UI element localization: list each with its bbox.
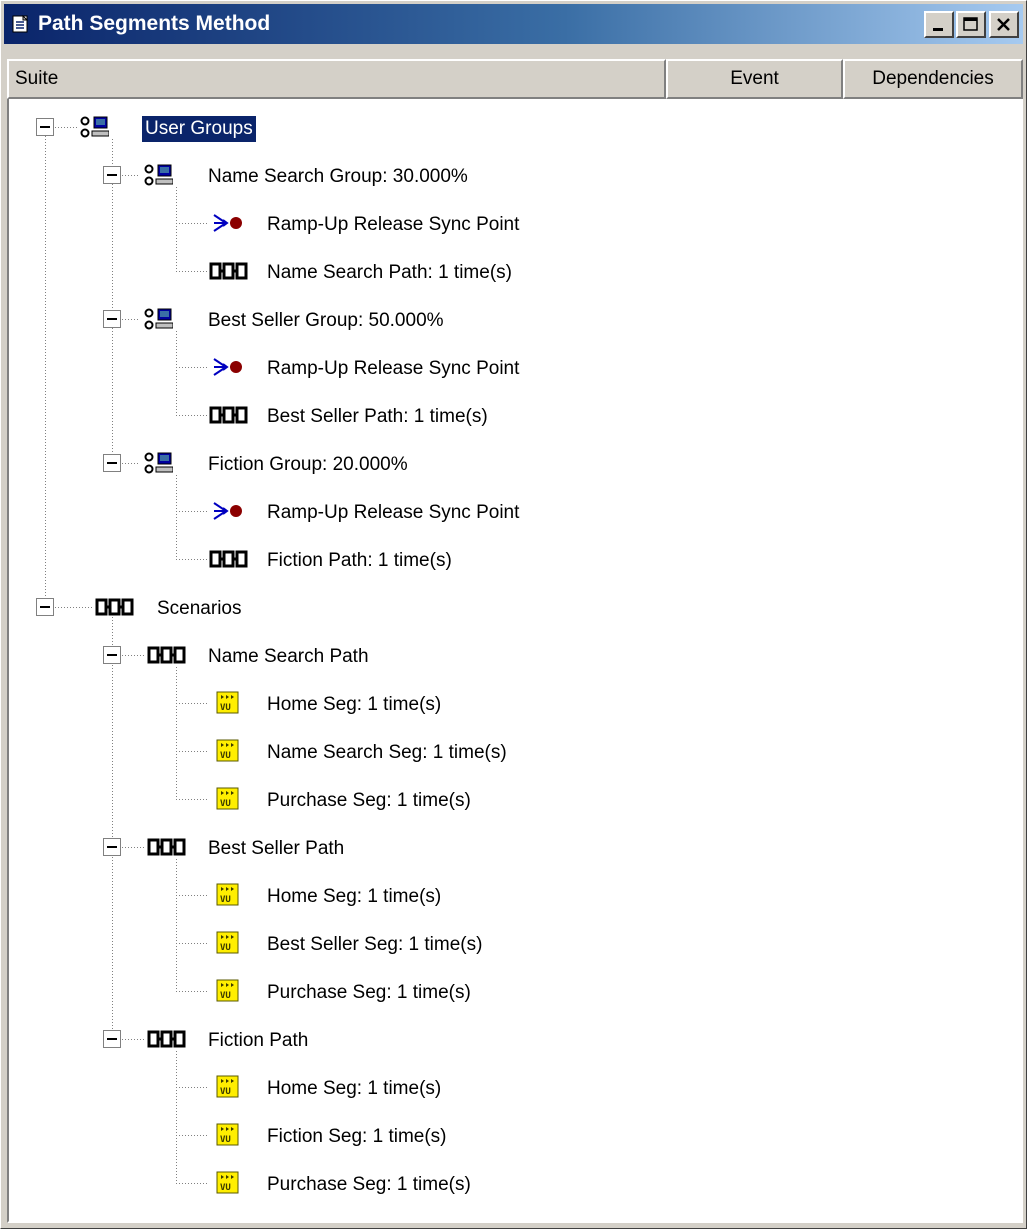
path-reference-label[interactable]: Name Search Path: 1 time(s): [264, 260, 515, 286]
maximize-button[interactable]: [956, 11, 986, 38]
scenarios-collapse-toggle[interactable]: [36, 598, 54, 616]
name-search-group-toggle[interactable]: [103, 166, 121, 184]
best-seller-path-toggle[interactable]: [103, 838, 121, 856]
window-title: Path Segments Method: [38, 12, 271, 35]
user-group-icon: [144, 308, 173, 330]
title-bar[interactable]: Path Segments Method: [4, 4, 1023, 44]
user-groups-label[interactable]: User Groups: [141, 115, 257, 143]
svg-text:VU: VU: [220, 1087, 231, 1097]
maximize-icon: [963, 17, 978, 31]
path-label[interactable]: Name Search Path: [205, 644, 372, 670]
group-label[interactable]: Best Seller Group: 50.000%: [205, 308, 447, 334]
segment-icon: VU: [216, 931, 239, 954]
segment-label[interactable]: Purchase Seg: 1 time(s): [264, 1172, 474, 1198]
column-header-event[interactable]: Event: [666, 59, 843, 99]
close-button[interactable]: [989, 11, 1019, 38]
minimize-icon: [933, 28, 943, 31]
svg-text:VU: VU: [220, 943, 231, 953]
svg-text:VU: VU: [220, 799, 231, 809]
segment-label[interactable]: Purchase Seg: 1 time(s): [264, 788, 474, 814]
column-header-dependencies[interactable]: Dependencies: [843, 59, 1023, 99]
sync-point-icon: [213, 214, 242, 232]
segment-label[interactable]: Home Seg: 1 time(s): [264, 1076, 444, 1102]
user-group-icon: [144, 452, 173, 474]
segment-icon: VU: [216, 1123, 239, 1146]
svg-text:VU: VU: [220, 1183, 231, 1193]
segment-icon: VU: [216, 1171, 239, 1194]
scenarios-label[interactable]: Scenarios: [154, 596, 245, 622]
segment-label[interactable]: Purchase Seg: 1 time(s): [264, 980, 474, 1006]
path-reference-label[interactable]: Fiction Path: 1 time(s): [264, 548, 455, 574]
group-label[interactable]: Fiction Group: 20.000%: [205, 452, 411, 478]
segment-label[interactable]: Home Seg: 1 time(s): [264, 692, 444, 718]
path-icon: [209, 262, 248, 280]
path-label[interactable]: Best Seller Path: [205, 836, 347, 862]
svg-text:VU: VU: [220, 703, 231, 713]
minimize-button[interactable]: [924, 11, 954, 38]
sync-point-icon: [213, 502, 242, 520]
fiction-path-toggle[interactable]: [103, 1030, 121, 1048]
column-headers: Suite Event Dependencies: [7, 59, 1023, 99]
column-header-suite[interactable]: Suite: [7, 59, 666, 99]
sync-point-label[interactable]: Ramp-Up Release Sync Point: [264, 500, 522, 526]
group-label[interactable]: Name Search Group: 30.000%: [205, 164, 471, 190]
best-seller-group-toggle[interactable]: [103, 310, 121, 328]
svg-text:VU: VU: [220, 751, 231, 761]
segment-label[interactable]: Fiction Seg: 1 time(s): [264, 1124, 450, 1150]
segment-icon: VU: [216, 883, 239, 906]
close-icon: [997, 18, 1010, 31]
suite-doc-icon: [12, 15, 29, 33]
segment-icon: VU: [216, 1075, 239, 1098]
user-group-icon: [80, 116, 109, 138]
segment-icon: VU: [216, 787, 239, 810]
path-icon: [147, 838, 186, 856]
fiction-group-toggle[interactable]: [103, 454, 121, 472]
segment-label[interactable]: Name Search Seg: 1 time(s): [264, 740, 510, 766]
path-segments-window: Path Segments Method Suite Event Depende…: [0, 0, 1027, 1229]
user-group-icon: [144, 164, 173, 186]
sync-point-icon: [213, 358, 242, 376]
sync-point-label[interactable]: Ramp-Up Release Sync Point: [264, 356, 522, 382]
path-icon: [209, 550, 248, 568]
svg-text:VU: VU: [220, 991, 231, 1001]
scenario-icon: [95, 598, 134, 616]
segment-icon: VU: [216, 739, 239, 762]
path-icon: [147, 1030, 186, 1048]
path-icon: [209, 406, 248, 424]
path-icon: [147, 646, 186, 664]
segment-icon: VU: [216, 691, 239, 714]
suite-tree[interactable]: User Groups Name Search Group: 30.000% R…: [7, 99, 1023, 1223]
path-label[interactable]: Fiction Path: [205, 1028, 311, 1054]
segment-label[interactable]: Home Seg: 1 time(s): [264, 884, 444, 910]
segment-label[interactable]: Best Seller Seg: 1 time(s): [264, 932, 485, 958]
name-search-path-toggle[interactable]: [103, 646, 121, 664]
svg-text:VU: VU: [220, 895, 231, 905]
path-reference-label[interactable]: Best Seller Path: 1 time(s): [264, 404, 491, 430]
user-groups-collapse-toggle[interactable]: [36, 118, 54, 136]
segment-icon: VU: [216, 979, 239, 1002]
sync-point-label[interactable]: Ramp-Up Release Sync Point: [264, 212, 522, 238]
svg-text:VU: VU: [220, 1135, 231, 1145]
